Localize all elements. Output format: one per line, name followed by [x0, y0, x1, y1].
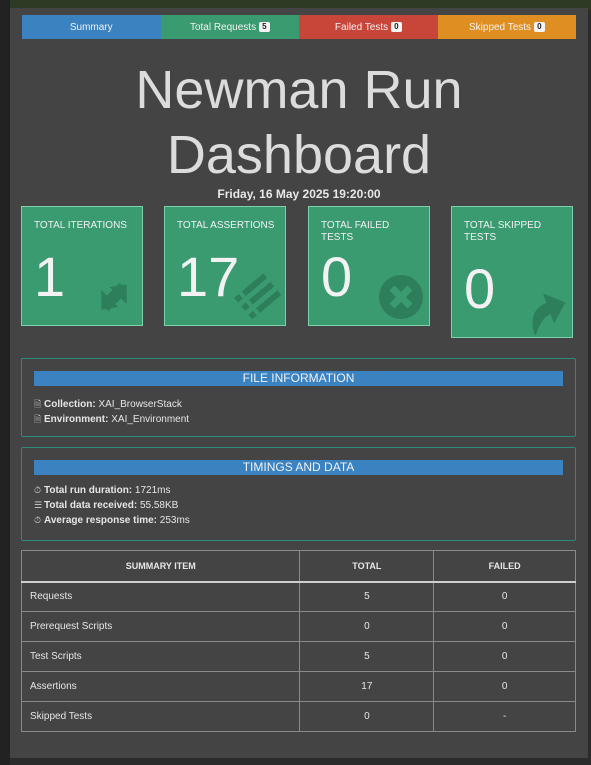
environment-line: 🗎 Environment: XAI_Environment	[34, 412, 189, 428]
row-total: 17	[299, 671, 435, 702]
row-total: 0	[299, 611, 435, 642]
collection-value: XAI_BrowserStack	[98, 399, 182, 410]
dashboard-page: Summary Total Requests 5 Failed Tests 0 …	[10, 8, 588, 758]
table-header-row: SUMMARY ITEM TOTAL FAILED	[20, 550, 576, 582]
avg-response-line: ⏱ Average response time: 253ms	[34, 515, 190, 526]
data-received-line: ☰ Total data received: 55.58KB	[34, 500, 178, 511]
row-total: 5	[299, 581, 435, 612]
stopwatch-icon: ⏱	[34, 485, 42, 495]
file-information-heading: FILE INFORMATION	[34, 371, 563, 386]
tab-summary[interactable]: Summary	[22, 15, 161, 39]
row-failed: 0	[433, 611, 576, 642]
left-edge	[0, 0, 10, 765]
share-arrow-icon	[532, 293, 566, 335]
summary-table: SUMMARY ITEM TOTAL FAILED Requests 5 0 P…	[20, 550, 576, 732]
table-row: Test Scripts 5 0	[20, 641, 576, 672]
tab-total-requests[interactable]: Total Requests 5	[160, 15, 299, 39]
card-total-skipped-tests: TOTAL SKIPPED TESTS 0	[451, 206, 573, 338]
row-item: Prerequest Scripts	[20, 611, 301, 642]
environment-value: XAI_Environment	[111, 414, 190, 425]
skipped-count-badge: 0	[534, 22, 545, 32]
run-date: Friday, 16 May 2025 19:20:00	[217, 187, 381, 201]
duration-line: ⏱ Total run duration: 1721ms	[34, 485, 171, 496]
page-title-line2: Dashboard	[166, 125, 432, 185]
row-failed: 0	[433, 581, 576, 612]
list-icon	[234, 273, 282, 320]
row-item: Skipped Tests	[20, 701, 301, 732]
card-label: TOTAL FAILED TESTS	[321, 220, 390, 243]
row-failed: -	[433, 701, 576, 732]
timings-and-data-panel: TIMINGS AND DATA ⏱ Total run duration: 17…	[21, 447, 576, 541]
row-failed: 0	[433, 671, 576, 702]
requests-count-badge: 5	[259, 22, 270, 32]
tab-total-requests-label: Total Requests	[189, 21, 257, 33]
card-total-iterations: TOTAL ITERATIONS 1	[21, 206, 143, 326]
row-item: Assertions	[20, 671, 301, 702]
tab-failed-tests[interactable]: Failed Tests 0	[299, 15, 438, 39]
avg-response-label: Average response time:	[44, 515, 158, 526]
tab-failed-tests-label: Failed Tests	[334, 21, 389, 33]
refresh-icon	[101, 282, 127, 312]
header-total: TOTAL	[299, 550, 435, 582]
tab-skipped-tests[interactable]: Skipped Tests 0	[437, 15, 576, 39]
card-total-assertions: TOTAL ASSERTIONS 17	[164, 206, 286, 326]
timings-heading: TIMINGS AND DATA	[34, 460, 563, 475]
stopwatch-icon: ⏱	[34, 515, 42, 525]
card-total-failed-tests: TOTAL FAILED TESTS 0	[308, 206, 430, 326]
tab-skipped-tests-label: Skipped Tests	[468, 21, 532, 33]
card-value: 17	[177, 245, 240, 308]
close-circle-icon	[379, 275, 423, 319]
database-icon: ☰	[34, 500, 43, 510]
table-row: Skipped Tests 0 -	[20, 701, 576, 732]
card-value: 1	[34, 245, 66, 308]
table-row: Prerequest Scripts 0 0	[20, 611, 576, 642]
card-value: 0	[464, 257, 496, 320]
card-value: 0	[321, 245, 353, 308]
file-icon: 🗎	[34, 399, 42, 409]
avg-response-value: 253ms	[159, 515, 190, 526]
page-title-line1: Newman Run	[135, 60, 463, 120]
duration-value: 1721ms	[134, 485, 171, 496]
file-icon: 🗎	[34, 414, 42, 424]
collection-label: Collection:	[44, 399, 96, 410]
row-total: 5	[299, 641, 435, 672]
browser-viewport: Summary Total Requests 5 Failed Tests 0 …	[0, 0, 591, 765]
failed-count-badge: 0	[391, 22, 402, 32]
header-failed: FAILED	[433, 550, 576, 582]
row-item: Test Scripts	[20, 641, 301, 672]
row-failed: 0	[433, 641, 576, 672]
card-label: TOTAL SKIPPED TESTS	[464, 220, 542, 243]
data-received-label: Total data received:	[44, 500, 138, 511]
collection-line: 🗎 Collection: XAI_BrowserStack	[34, 397, 182, 413]
header-summary-item: SUMMARY ITEM	[20, 550, 301, 582]
data-received-value: 55.58KB	[139, 500, 179, 511]
table-row: Requests 5 0	[20, 581, 576, 612]
card-label: TOTAL ASSERTIONS	[177, 220, 275, 231]
environment-label: Environment:	[44, 414, 109, 425]
card-label: TOTAL ITERATIONS	[34, 220, 127, 231]
tab-summary-label: Summary	[69, 21, 113, 33]
table-row: Assertions 17 0	[20, 671, 576, 702]
row-total: 0	[299, 701, 435, 732]
nav-tabs: Summary Total Requests 5 Failed Tests 0 …	[22, 15, 576, 39]
file-information-panel: FILE INFORMATION 🗎 Collection: XAI_Browse…	[21, 358, 576, 437]
row-item: Requests	[20, 581, 301, 612]
duration-label: Total run duration:	[44, 485, 133, 496]
